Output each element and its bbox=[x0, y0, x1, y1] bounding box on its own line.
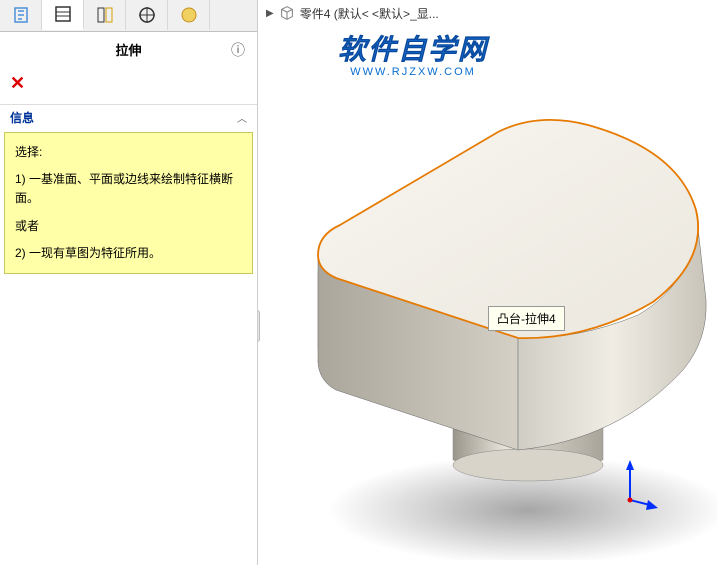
info-section-label: 信息 bbox=[10, 109, 34, 126]
chevron-up-icon[interactable]: ︿ bbox=[237, 110, 247, 125]
tab-dimxpert[interactable] bbox=[126, 0, 168, 30]
feature-tooltip: 凸台-拉伸4 bbox=[488, 306, 565, 331]
tab-display-manager[interactable] bbox=[168, 0, 210, 30]
tab-config-manager[interactable] bbox=[84, 0, 126, 30]
info-option-1: 1) 一基准面、平面或边线来绘制特征横断面。 bbox=[15, 170, 242, 208]
part-icon bbox=[278, 4, 296, 22]
property-manager-icon bbox=[53, 4, 73, 24]
origin-triad-icon bbox=[618, 460, 658, 510]
breadcrumb[interactable]: ▶ 零件4 (默认< <默认>_显... bbox=[266, 4, 439, 22]
watermark: 软件自学网 WWW.RJZXW.COM bbox=[338, 28, 488, 78]
close-row: ✕ bbox=[0, 67, 257, 104]
watermark-text: 软件自学网 bbox=[338, 28, 488, 68]
panel-title-bar: 拉伸 ⓘ bbox=[0, 32, 257, 67]
watermark-url: WWW.RJZXW.COM bbox=[338, 66, 488, 78]
info-section-header[interactable]: 信息 ︿ bbox=[0, 104, 257, 130]
property-panel: 拉伸 ⓘ ✕ 信息 ︿ 选择: 1) 一基准面、平面或边线来绘制特征横断面。 或… bbox=[0, 0, 258, 565]
help-icon[interactable]: ⓘ bbox=[231, 40, 245, 60]
breadcrumb-text: 零件4 (默认< <默认>_显... bbox=[300, 5, 439, 22]
display-manager-icon bbox=[179, 5, 199, 25]
viewport-3d[interactable]: ▶ 零件4 (默认< <默认>_显... 软件自学网 WWW.RJZXW.COM bbox=[258, 0, 717, 565]
panel-title: 拉伸 bbox=[115, 40, 141, 59]
breadcrumb-arrow-icon: ▶ bbox=[266, 8, 274, 19]
panel-grip[interactable] bbox=[258, 310, 260, 342]
info-select-label: 选择: bbox=[15, 143, 242, 162]
feature-manager-icon bbox=[11, 5, 31, 25]
tab-feature-manager[interactable] bbox=[0, 0, 42, 30]
tab-property-manager[interactable] bbox=[42, 0, 84, 30]
info-box: 选择: 1) 一基准面、平面或边线来绘制特征横断面。 或者 2) 一现有草图为特… bbox=[4, 132, 253, 274]
close-button[interactable]: ✕ bbox=[10, 73, 25, 93]
config-manager-icon bbox=[95, 5, 115, 25]
panel-tab-bar bbox=[0, 0, 257, 32]
info-option-2: 2) 一现有草图为特征所用。 bbox=[15, 244, 242, 263]
dimxpert-icon bbox=[137, 5, 157, 25]
info-or: 或者 bbox=[15, 217, 242, 236]
model-3d[interactable]: 凸台-拉伸4 bbox=[278, 80, 717, 565]
